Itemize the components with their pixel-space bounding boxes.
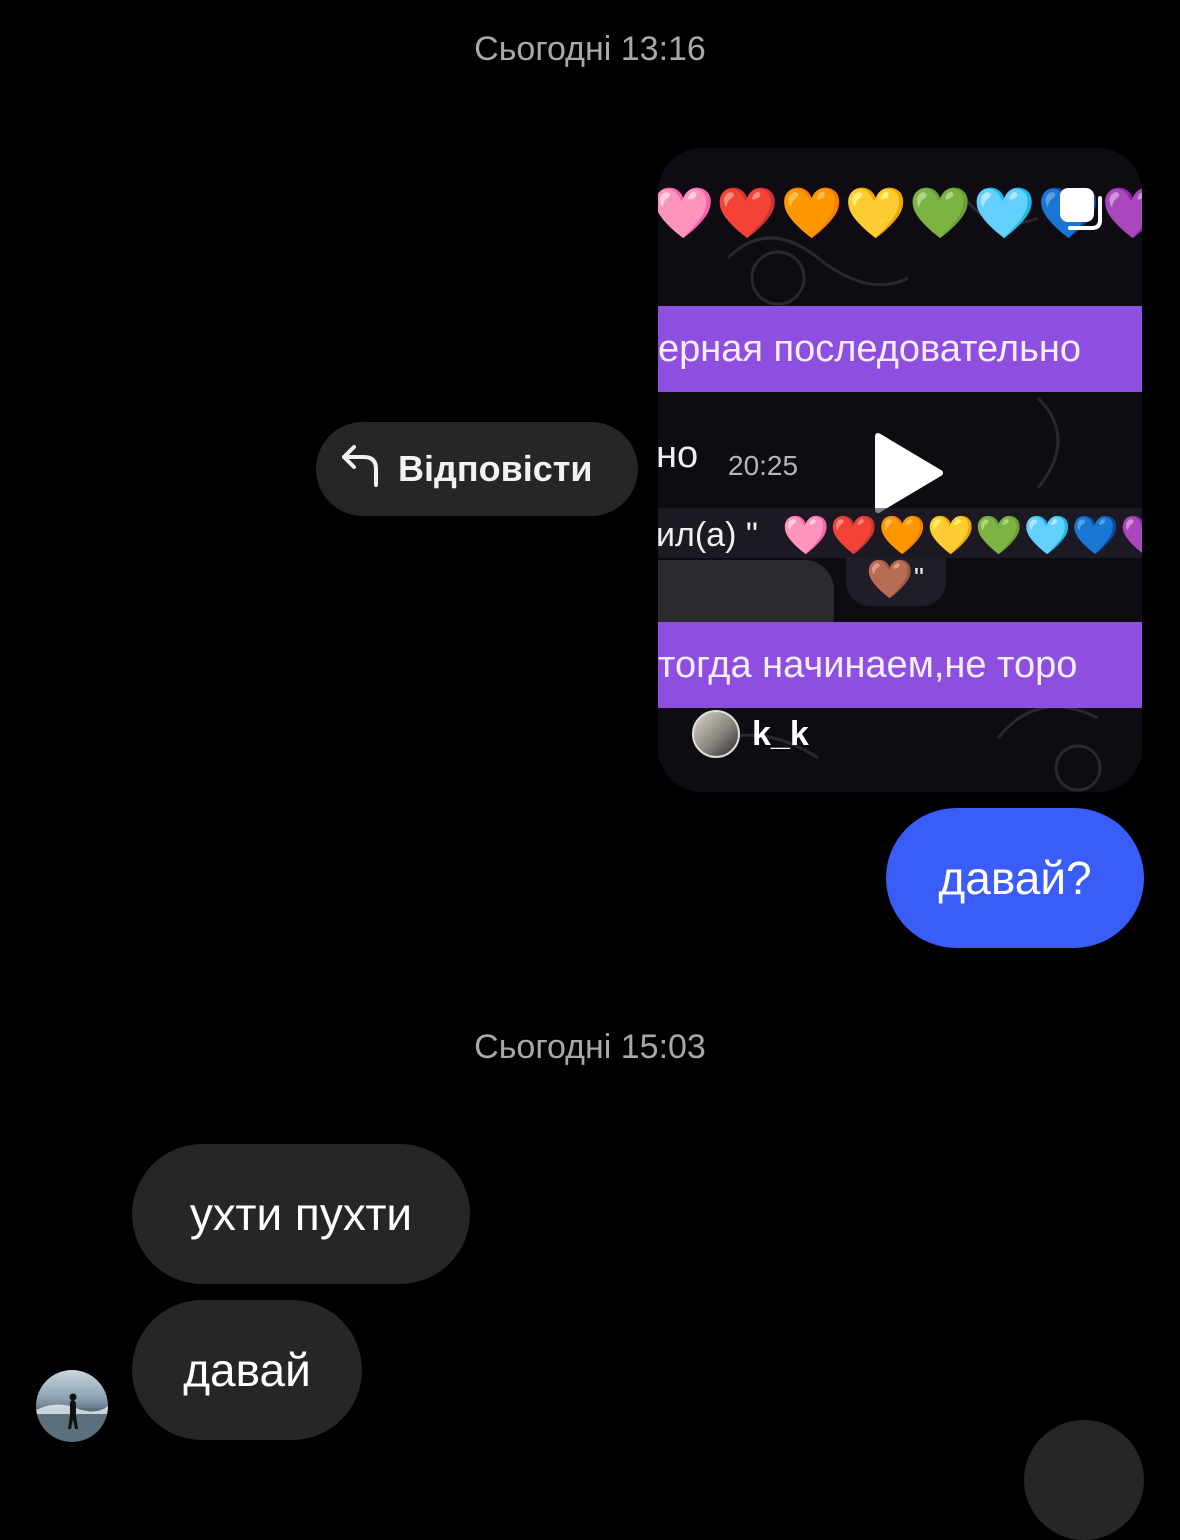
sender-avatar[interactable] xyxy=(36,1370,108,1442)
reel-brown-heart: 🤎 xyxy=(866,559,914,601)
message-text: ухти пухти xyxy=(189,1188,413,1240)
multi-media-icon xyxy=(1056,184,1108,241)
received-message-bubble[interactable]: ухти пухти xyxy=(132,1144,470,1284)
reel-reaction-text: ил(а) " xyxy=(658,516,758,554)
scroll-down-button[interactable] xyxy=(1024,1420,1144,1540)
shared-reel-card[interactable]: 🩷❤️🧡💛💚🩵💙💜 ерная последовательно но 20:25… xyxy=(658,148,1142,792)
reel-brown-quote: " xyxy=(914,562,924,593)
avatar-photo xyxy=(36,1393,108,1442)
author-name: k_k xyxy=(752,714,809,753)
reply-button[interactable]: Відповісти xyxy=(316,422,638,516)
timestamp-divider: Сьогодні 15:03 xyxy=(474,1028,706,1066)
reply-arrow-icon xyxy=(340,441,384,498)
sent-message-bubble[interactable]: давай? xyxy=(886,808,1144,948)
reel-caption-bottom: тогда начинаем,не торо xyxy=(658,622,1142,708)
received-message-bubble[interactable]: давай xyxy=(132,1300,362,1440)
reel-reaction-hearts: 🩷❤️🧡💛💚🩵💙💜 xyxy=(782,515,1142,557)
timestamp-divider: Сьогодні 13:16 xyxy=(474,30,706,68)
reel-chat-text: но xyxy=(658,434,699,476)
message-text: давай xyxy=(183,1344,311,1396)
message-text: давай? xyxy=(938,852,1092,904)
reel-caption-top-text: ерная последовательно xyxy=(658,327,1082,370)
author-avatar xyxy=(692,710,740,758)
reply-label: Відповісти xyxy=(398,448,593,489)
reel-author[interactable]: k_k xyxy=(692,710,809,758)
reel-caption-top: ерная последовательно xyxy=(658,306,1142,392)
reel-chat-time: 20:25 xyxy=(728,450,799,481)
reel-caption-bottom-text: тогда начинаем,не торо xyxy=(658,643,1078,686)
